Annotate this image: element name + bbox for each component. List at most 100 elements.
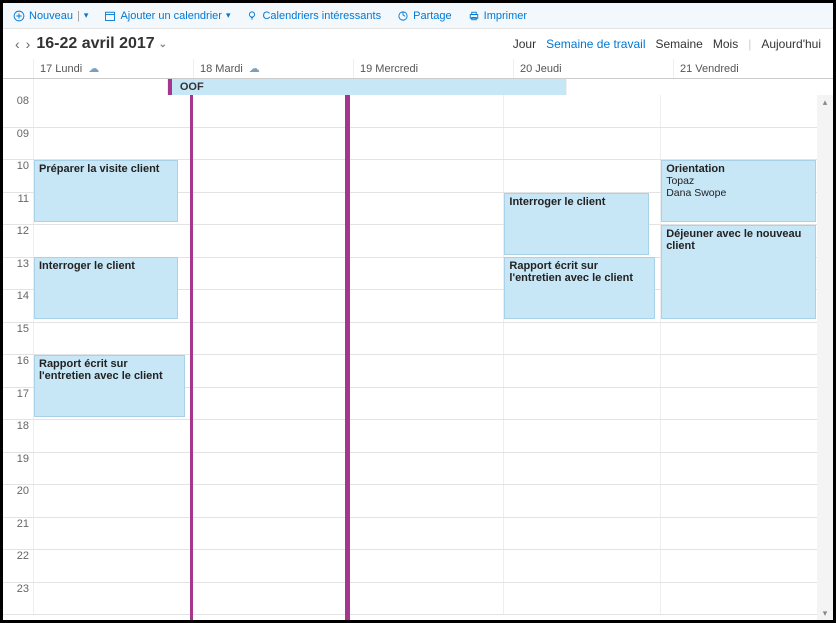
day-header-mon[interactable]: 17 Lundi ☁	[33, 59, 193, 78]
time-slot[interactable]	[33, 95, 190, 127]
interesting-calendars-button[interactable]: Calendriers intéressants	[246, 10, 381, 22]
time-slot[interactable]	[190, 518, 347, 550]
event-thu-report[interactable]: Rapport écrit sur l'entretien avec le cl…	[504, 257, 655, 319]
time-slot[interactable]	[33, 518, 190, 550]
time-slot[interactable]	[503, 323, 660, 355]
time-slot[interactable]	[503, 420, 660, 452]
time-slot[interactable]	[347, 518, 504, 550]
time-slot[interactable]	[190, 388, 347, 420]
event-oof[interactable]: OOF	[168, 79, 567, 95]
time-slot[interactable]	[347, 583, 504, 615]
time-slot[interactable]	[660, 323, 817, 355]
time-slot[interactable]	[347, 193, 504, 225]
time-slot[interactable]	[347, 420, 504, 452]
time-slot[interactable]	[347, 485, 504, 517]
view-today[interactable]: Aujourd'hui	[761, 37, 821, 51]
day-header-fri[interactable]: 21 Vendredi	[673, 59, 833, 78]
time-slot[interactable]	[503, 583, 660, 615]
chevron-down-icon[interactable]: ▾	[226, 10, 231, 21]
time-slot[interactable]	[190, 290, 347, 322]
time-slot[interactable]	[347, 355, 504, 387]
time-slot[interactable]	[347, 225, 504, 257]
time-slot[interactable]	[347, 323, 504, 355]
time-slot[interactable]	[190, 258, 347, 290]
time-slot[interactable]	[190, 95, 347, 127]
view-month[interactable]: Mois	[713, 37, 738, 51]
time-slot[interactable]	[503, 355, 660, 387]
event-title: Rapport écrit sur l'entretien avec le cl…	[509, 260, 650, 284]
time-slot[interactable]	[660, 550, 817, 582]
next-week-button[interactable]: ›	[26, 36, 31, 52]
time-slot[interactable]	[190, 355, 347, 387]
allday-span-tue-thu[interactable]: OOF	[167, 79, 567, 95]
event-mon-report[interactable]: Rapport écrit sur l'entretien avec le cl…	[34, 355, 185, 417]
time-slot[interactable]	[347, 453, 504, 485]
day-header-tue[interactable]: 18 Mardi ☁	[193, 59, 353, 78]
time-slot[interactable]	[33, 420, 190, 452]
time-slot[interactable]	[33, 128, 190, 160]
time-slot[interactable]	[347, 388, 504, 420]
time-slot[interactable]	[190, 128, 347, 160]
time-slot[interactable]	[660, 95, 817, 127]
time-slot[interactable]	[660, 485, 817, 517]
scroll-up-icon[interactable]: ▴	[817, 95, 833, 109]
time-slot[interactable]	[660, 420, 817, 452]
time-slot[interactable]	[190, 550, 347, 582]
time-slot[interactable]	[190, 193, 347, 225]
time-slot[interactable]	[347, 160, 504, 192]
allday-cell-mon[interactable]	[33, 79, 167, 95]
time-slot[interactable]	[503, 550, 660, 582]
time-slot[interactable]	[190, 453, 347, 485]
scrollbar[interactable]: ▴ ▾	[817, 95, 833, 620]
time-slot[interactable]	[190, 225, 347, 257]
time-slot[interactable]	[33, 583, 190, 615]
time-slot[interactable]	[190, 420, 347, 452]
time-slot[interactable]	[347, 128, 504, 160]
time-slot[interactable]	[503, 95, 660, 127]
time-slot[interactable]	[33, 550, 190, 582]
time-slot[interactable]	[33, 323, 190, 355]
time-slot[interactable]	[190, 583, 347, 615]
day-header-thu[interactable]: 20 Jeudi	[513, 59, 673, 78]
time-slot[interactable]	[33, 453, 190, 485]
time-slot[interactable]	[660, 355, 817, 387]
time-slot[interactable]	[347, 550, 504, 582]
date-range-picker[interactable]: 16-22 avril 2017 ⌄	[36, 35, 167, 53]
time-slot[interactable]	[33, 225, 190, 257]
event-fri-lunch[interactable]: Déjeuner avec le nouveau client	[661, 225, 816, 319]
time-slot[interactable]	[503, 388, 660, 420]
time-slot[interactable]	[190, 160, 347, 192]
allday-cell-thu-fri[interactable]	[566, 79, 833, 95]
time-slot[interactable]	[347, 258, 504, 290]
view-week[interactable]: Semaine	[655, 37, 702, 51]
time-slot[interactable]	[503, 518, 660, 550]
time-slot[interactable]	[347, 290, 504, 322]
time-slot[interactable]	[503, 128, 660, 160]
time-slot[interactable]	[660, 518, 817, 550]
time-slot[interactable]	[190, 485, 347, 517]
time-slot[interactable]	[503, 453, 660, 485]
chevron-down-icon[interactable]: ▾	[84, 10, 89, 21]
time-slot[interactable]	[33, 485, 190, 517]
time-slot[interactable]	[660, 583, 817, 615]
time-slot[interactable]	[660, 388, 817, 420]
share-button[interactable]: Partage	[397, 10, 452, 22]
time-slot[interactable]	[190, 323, 347, 355]
event-thu-interview[interactable]: Interroger le client	[504, 193, 648, 255]
time-slot[interactable]	[503, 160, 660, 192]
scroll-down-icon[interactable]: ▾	[817, 606, 833, 620]
print-button[interactable]: Imprimer	[468, 10, 527, 22]
view-work-week[interactable]: Semaine de travail	[546, 37, 645, 51]
add-calendar-button[interactable]: Ajouter un calendrier ▾	[104, 10, 230, 22]
time-slot[interactable]	[660, 128, 817, 160]
event-mon-prepare[interactable]: Préparer la visite client	[34, 160, 178, 222]
prev-week-button[interactable]: ‹	[15, 36, 20, 52]
time-slot[interactable]	[503, 485, 660, 517]
event-mon-interview[interactable]: Interroger le client	[34, 257, 178, 319]
new-button[interactable]: Nouveau | ▾	[13, 10, 88, 22]
time-slot[interactable]	[347, 95, 504, 127]
time-slot[interactable]	[660, 453, 817, 485]
event-fri-orientation[interactable]: Orientation Topaz Dana Swope	[661, 160, 816, 222]
view-day[interactable]: Jour	[513, 37, 536, 51]
day-header-wed[interactable]: 19 Mercredi	[353, 59, 513, 78]
